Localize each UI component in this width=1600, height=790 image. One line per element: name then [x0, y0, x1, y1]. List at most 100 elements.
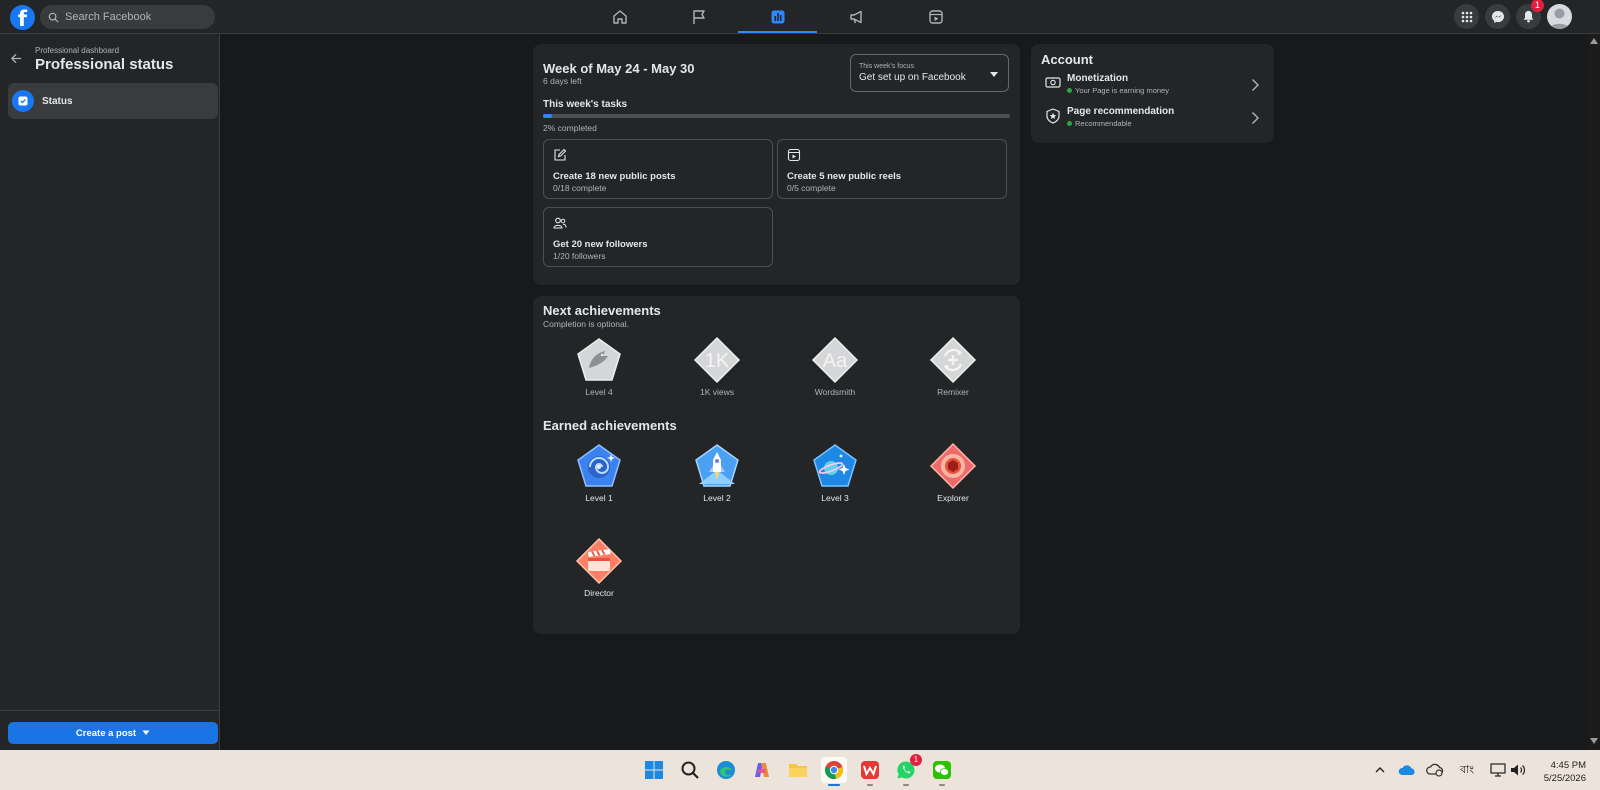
- profile-avatar[interactable]: [1547, 4, 1572, 29]
- search-icon: [48, 12, 59, 23]
- badge-director[interactable]: Director: [554, 537, 644, 598]
- tab-ads[interactable]: [817, 0, 896, 33]
- running-indicator: [903, 784, 909, 786]
- bell-icon: [1523, 10, 1534, 23]
- task-card-posts[interactable]: Create 18 new public posts 0/18 complete: [543, 139, 773, 199]
- menu-button[interactable]: [1454, 4, 1479, 29]
- search-box[interactable]: [40, 5, 215, 29]
- focus-value: Get set up on Facebook: [859, 72, 966, 83]
- taskbar-search[interactable]: [677, 757, 703, 783]
- messenger-icon: [1491, 10, 1504, 23]
- task-card-reels[interactable]: Create 5 new public reels 0/5 complete: [777, 139, 1007, 199]
- os-taskbar: 1 বাং 4:45 PM 5/25/2026: [0, 750, 1600, 790]
- tray-display[interactable]: [1490, 750, 1506, 790]
- taskbar-whatsapp[interactable]: 1: [893, 754, 922, 786]
- running-indicator: [939, 784, 945, 786]
- account-row-page-recommendation[interactable]: Page recommendation Recommendable: [1041, 106, 1264, 134]
- badge-wordsmith[interactable]: Aa Wordsmith: [790, 336, 880, 397]
- tray-onedrive[interactable]: [1398, 750, 1416, 790]
- notifications-button[interactable]: 1: [1516, 0, 1544, 29]
- week-title: Week of May 24 - May 30: [543, 61, 695, 76]
- focus-label: This week's focus: [859, 63, 915, 70]
- task-card-followers[interactable]: Get 20 new followers 1/20 followers: [543, 207, 773, 267]
- badge-label: Level 4: [585, 387, 613, 397]
- task-title: Create 18 new public posts: [553, 171, 676, 182]
- badge-level-3[interactable]: Level 3: [790, 442, 880, 503]
- network-cloud-icon: [1426, 763, 1444, 777]
- clock-time: 4:45 PM: [1550, 760, 1586, 771]
- scroll-down-icon[interactable]: [1590, 738, 1598, 744]
- badge-glyph: 1K: [705, 350, 730, 372]
- notification-count-badge: 1: [1531, 0, 1544, 12]
- badge-remixer[interactable]: Remixer: [908, 336, 998, 397]
- taskbar-wechat[interactable]: [929, 757, 955, 786]
- taskbar-file-explorer[interactable]: [785, 757, 811, 783]
- badge-label: 1K views: [699, 387, 734, 397]
- tab-pages[interactable]: [659, 0, 738, 33]
- days-left: 6 days left: [543, 76, 582, 86]
- tray-language[interactable]: বাং: [1460, 750, 1474, 790]
- caret-down-icon: [990, 72, 998, 77]
- badge-explorer[interactable]: Explorer: [908, 442, 998, 503]
- account-row-monetization[interactable]: Monetization Your Page is earning money: [1041, 73, 1264, 101]
- tray-overflow[interactable]: [1374, 750, 1386, 790]
- top-navigation-bar: f 1: [0, 0, 1600, 34]
- taskbar-edge[interactable]: [713, 757, 739, 783]
- account-row-title: Monetization: [1067, 73, 1129, 84]
- taskbar-start[interactable]: [641, 757, 667, 783]
- account-card: Account Monetization Your Page is earnin…: [1031, 44, 1274, 143]
- create-post-button[interactable]: Create a post: [8, 722, 218, 744]
- tasks-heading: This week's tasks: [543, 99, 628, 110]
- weekly-focus-dropdown[interactable]: This week's focus Get set up on Facebook: [850, 54, 1009, 92]
- badge-level-1[interactable]: Level 1: [554, 442, 644, 503]
- system-clock[interactable]: 4:45 PM 5/25/2026: [1544, 759, 1586, 785]
- tray-volume[interactable]: [1510, 750, 1526, 790]
- badge-label: Level 1: [585, 493, 613, 503]
- account-row-title: Page recommendation: [1067, 106, 1175, 117]
- wechat-icon: [933, 761, 951, 779]
- breadcrumb[interactable]: Professional dashboard: [35, 46, 119, 55]
- badge-level-2[interactable]: Level 2: [672, 442, 762, 503]
- wps-office-icon: [861, 761, 879, 779]
- sidebar: Professional dashboard Professional stat…: [0, 34, 220, 750]
- facebook-logo-icon[interactable]: f: [10, 5, 35, 31]
- scroll-up-icon[interactable]: [1590, 38, 1598, 44]
- level-3-badge-icon: [813, 444, 857, 487]
- page-scrollbar[interactable]: [1588, 34, 1600, 750]
- chrome-browser-icon: [825, 761, 843, 780]
- taskbar-chrome[interactable]: [821, 757, 847, 786]
- level-2-badge-icon: [695, 444, 739, 487]
- windows-start-icon: [645, 761, 663, 779]
- badge-level-4[interactable]: Level 4: [554, 336, 644, 397]
- taskbar-wps[interactable]: [857, 757, 883, 786]
- messenger-button[interactable]: [1485, 4, 1510, 29]
- chevron-right-icon: [1252, 112, 1259, 124]
- home-icon: [612, 9, 627, 24]
- achievements-card: Next achievements Completion is optional…: [533, 296, 1020, 634]
- task-title: Create 5 new public reels: [787, 171, 902, 182]
- task-progress: 1/20 followers: [553, 251, 606, 261]
- search-input[interactable]: [65, 11, 205, 23]
- back-arrow-icon[interactable]: [10, 52, 23, 65]
- badge-1k-views[interactable]: 1K 1K views: [672, 336, 762, 397]
- remixer-badge-icon: [929, 336, 977, 384]
- task-progress: 0/5 complete: [787, 183, 836, 193]
- tab-home[interactable]: [580, 0, 659, 33]
- sidebar-item-status[interactable]: Status: [8, 83, 218, 119]
- taskbar-copilot[interactable]: [749, 757, 775, 783]
- badge-label: Level 3: [821, 493, 849, 503]
- status-icon: [12, 90, 34, 112]
- task-progress: 0/18 complete: [553, 183, 607, 193]
- tab-reels[interactable]: [896, 0, 975, 33]
- director-badge-icon: [575, 537, 623, 585]
- reels-icon: [787, 148, 801, 162]
- progress-fill: [543, 114, 553, 118]
- megaphone-icon: [849, 10, 862, 23]
- tray-network-status[interactable]: [1426, 750, 1444, 790]
- sidebar-item-label: Status: [42, 95, 73, 107]
- chevron-up-icon: [1375, 767, 1385, 773]
- tab-insights[interactable]: [738, 0, 817, 33]
- status-dot-icon: [1067, 88, 1072, 93]
- search-icon: [681, 761, 699, 779]
- clock-date: 5/25/2026: [1543, 773, 1586, 784]
